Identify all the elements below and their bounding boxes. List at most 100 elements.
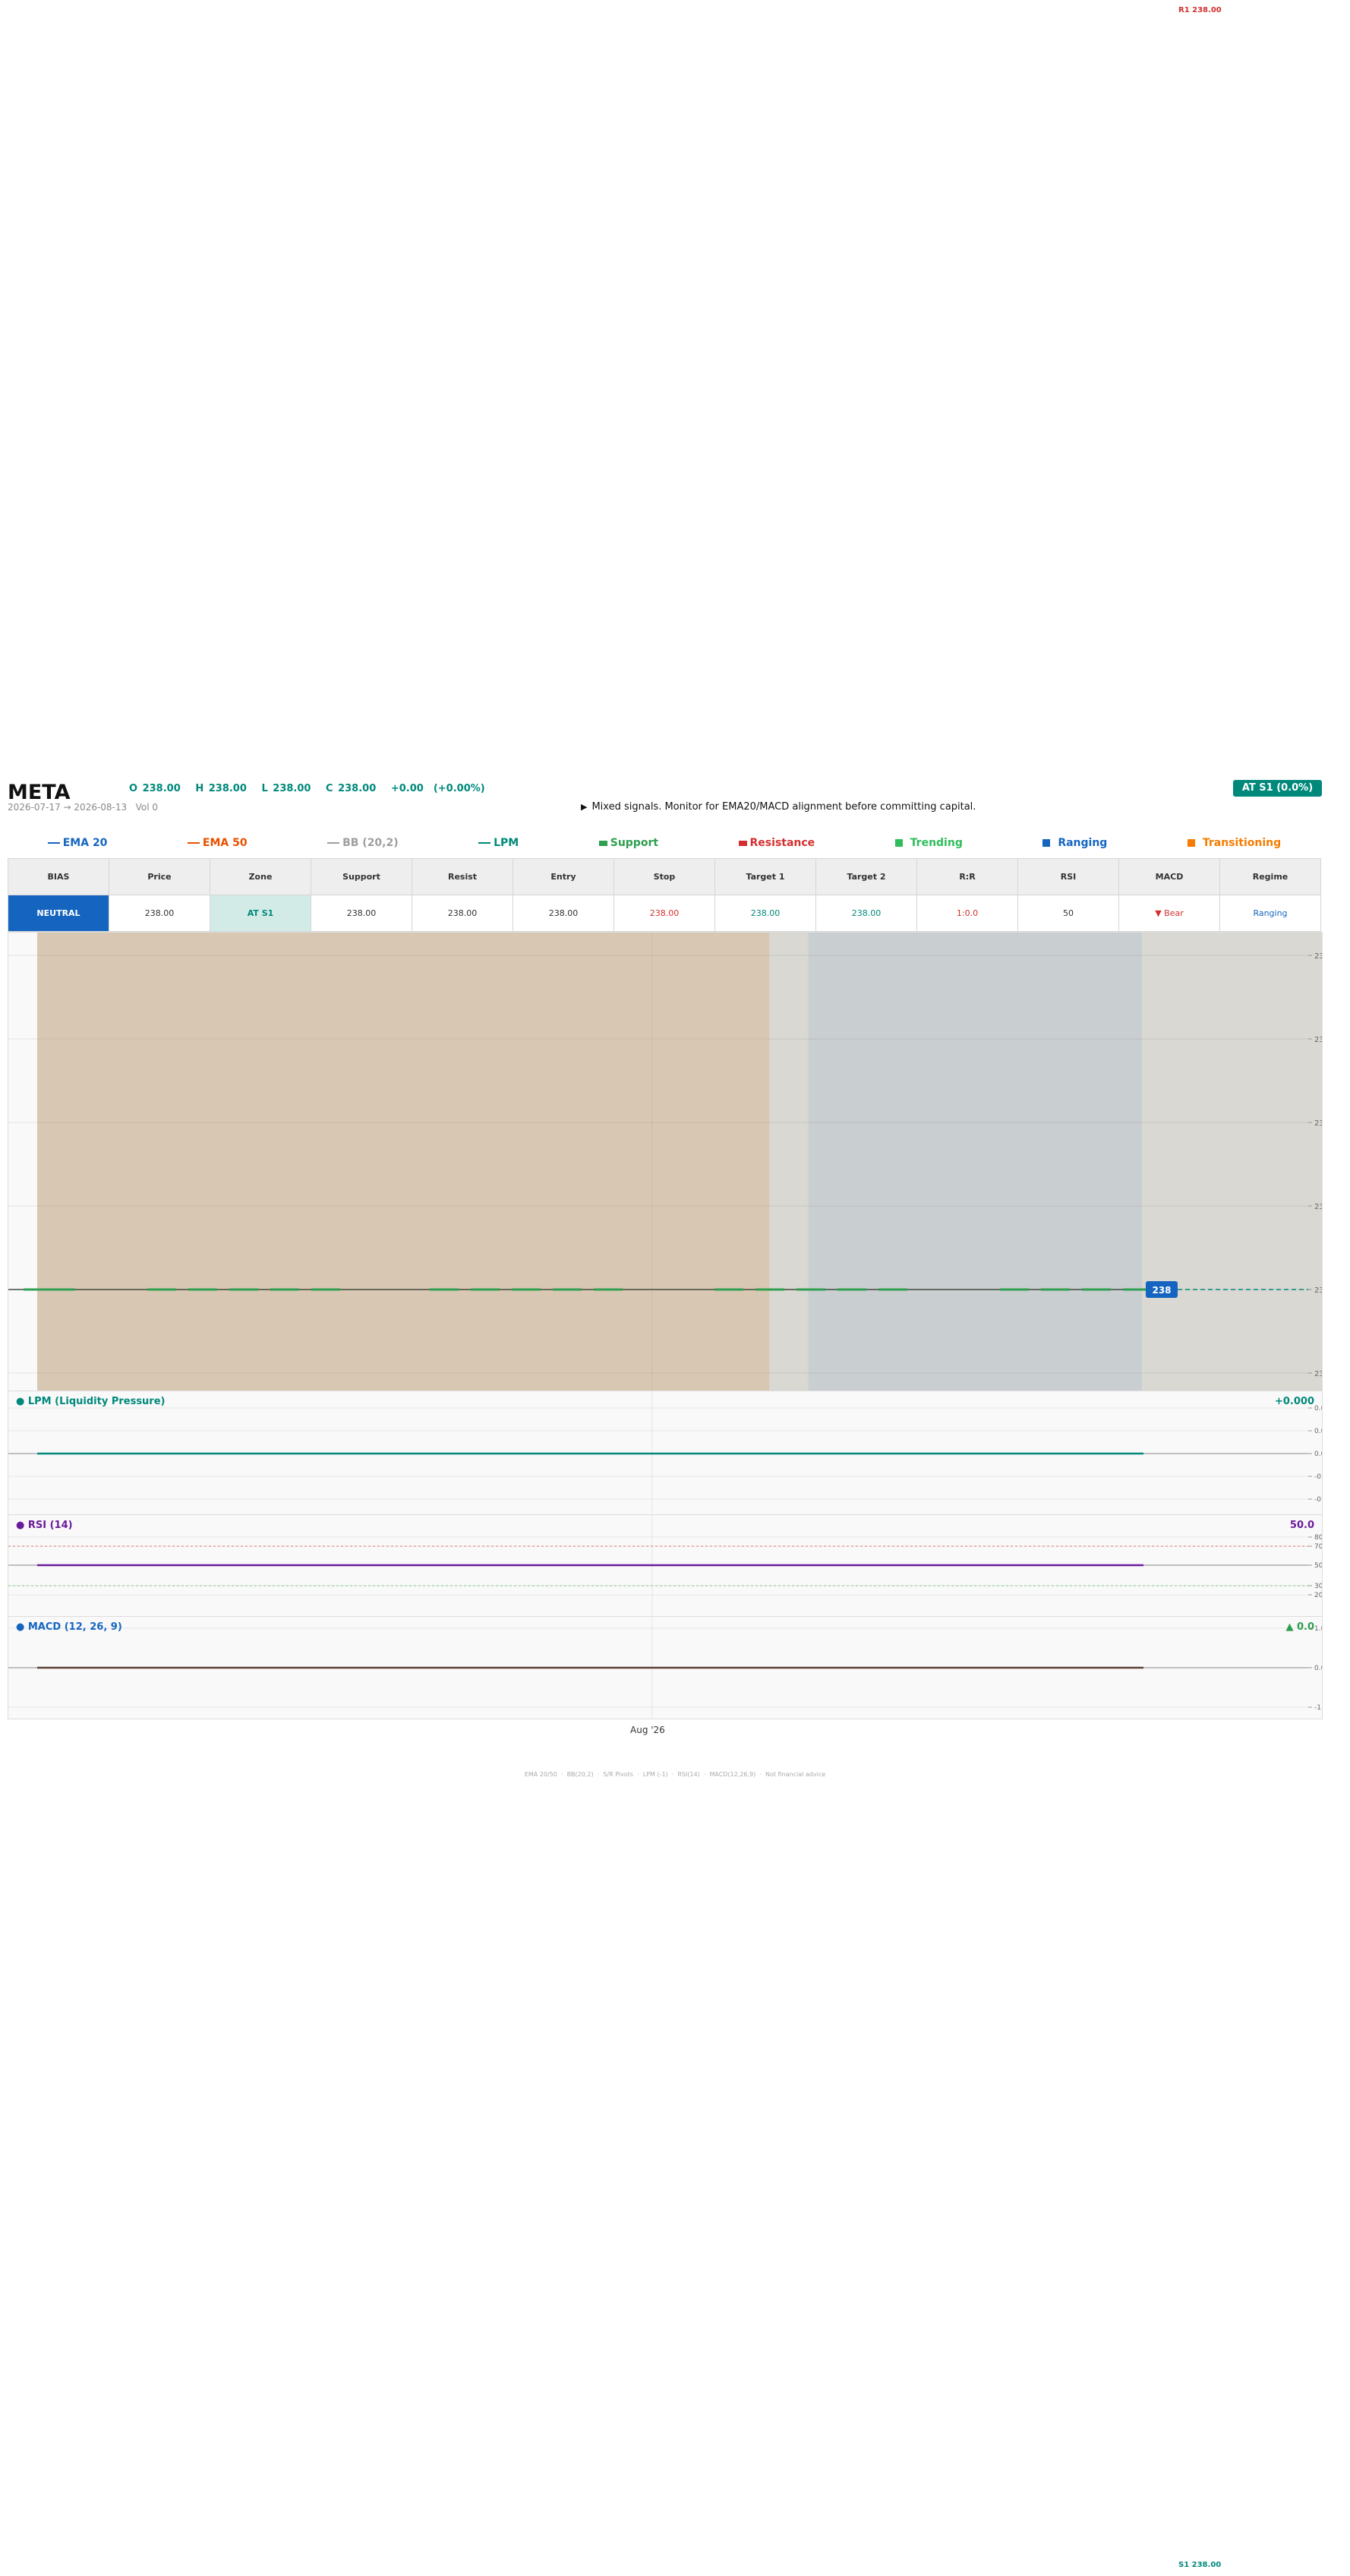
legend-swatch xyxy=(894,839,903,847)
stats-value-support: 238.00 xyxy=(311,895,412,932)
legend-item-resistance: Resistance xyxy=(738,837,815,849)
stats-value-macd: ▼ Bear xyxy=(1118,895,1220,932)
candle xyxy=(147,1288,176,1291)
stats-header-target-2: Target 2 xyxy=(815,858,917,895)
y-tick-label: 30 xyxy=(1314,1583,1322,1590)
legend-label: EMA 50 xyxy=(202,837,248,849)
macd-value: ▲ 0.0 xyxy=(1285,1621,1314,1633)
stats-value-stop: 238.00 xyxy=(613,895,715,932)
stats-value-resist: 238.00 xyxy=(412,895,513,932)
y-tick-label: -0.00 xyxy=(1314,1473,1322,1481)
stats-header-support: Support xyxy=(311,858,412,895)
y-tick-label: 50 xyxy=(1314,1562,1322,1570)
candle xyxy=(837,1288,866,1291)
stats-value-target-1: 238.00 xyxy=(714,895,816,932)
signal-message: ▶ Mixed signals. Monitor for EMA20/MACD a… xyxy=(581,801,976,813)
legend-label: BB (20,2) xyxy=(342,837,399,849)
legend-item-ema-20: EMA 20 xyxy=(47,837,107,849)
stats-header-entry: Entry xyxy=(513,858,614,895)
legend-swatch xyxy=(327,842,340,844)
rsi-value: 50.0 xyxy=(1289,1520,1314,1531)
legend-item-bb-20-2: BB (20,2) xyxy=(327,837,399,849)
y-tick-label: -0.01 xyxy=(1314,1496,1322,1504)
resistance-level-label: R1 238.00 xyxy=(1178,6,1222,14)
legend-item-transitioning: Transitioning xyxy=(1187,837,1281,849)
legend-label: LPM xyxy=(494,837,519,849)
lpm-chart: 0.01 0.01 0.00 -0.00 -0.01 xyxy=(8,1391,1333,1515)
y-tick-label: 238 xyxy=(1314,1203,1322,1211)
rsi-panel: 80 70 50 30 20 ● RSI (14) 50.0 xyxy=(8,1514,1323,1618)
y-tick-label: -1.0 xyxy=(1314,1704,1322,1712)
candle xyxy=(755,1288,784,1291)
ticker-title: META xyxy=(8,781,71,804)
legend-item-ema-50: EMA 50 xyxy=(187,837,248,849)
candle xyxy=(188,1288,217,1291)
stats-header-resist: Resist xyxy=(412,858,513,895)
legend-swatch xyxy=(478,842,491,844)
legend-label: Ranging xyxy=(1058,837,1108,849)
legend-swatch xyxy=(47,842,60,844)
stats-header-stop: Stop xyxy=(613,858,715,895)
legend-label: Support xyxy=(610,837,659,849)
legend-swatch xyxy=(598,840,607,846)
support-level-label: S1 238.00 xyxy=(1178,2561,1222,2569)
y-tick-label: 0.00 xyxy=(1314,1451,1322,1458)
legend-item-ranging: Ranging xyxy=(1042,837,1107,849)
stats-value-price: 238.00 xyxy=(109,895,210,932)
macd-chart: 1.0 0.0 -1.0 xyxy=(8,1617,1328,1719)
candle xyxy=(311,1288,340,1291)
y-tick-label: 238 xyxy=(1314,1286,1322,1295)
candle xyxy=(714,1288,743,1291)
legend-item-lpm: LPM xyxy=(478,837,519,849)
x-axis-label: Aug '26 xyxy=(630,1725,665,1735)
y-tick-label: 0.01 xyxy=(1314,1405,1322,1413)
regime-band-transitioning xyxy=(37,933,770,1391)
candle xyxy=(878,1288,907,1291)
date-range: 2026-07-17 → 2026-08-13 Vol 0 xyxy=(8,802,159,813)
stats-header-target-1: Target 1 xyxy=(714,858,816,895)
stats-value-regime: Ranging xyxy=(1219,895,1321,932)
candle xyxy=(229,1288,258,1291)
stats-value-rsi: 50 xyxy=(1017,895,1119,932)
stats-value-zone: AT S1 xyxy=(210,895,311,932)
y-tick-label: 238 xyxy=(1314,952,1322,961)
y-tick-label: 0.0 xyxy=(1314,1665,1322,1672)
y-tick-label: 70 xyxy=(1314,1543,1322,1551)
y-tick-label: 238 xyxy=(1314,1370,1322,1378)
candle xyxy=(270,1288,299,1291)
play-icon: ▶ xyxy=(581,802,588,812)
stats-header-rsi: RSI xyxy=(1017,858,1119,895)
candle xyxy=(1041,1288,1070,1291)
lpm-panel: 0.01 0.01 0.00 -0.00 -0.01 ● LPM (Liquidity … xyxy=(8,1391,1333,1516)
stats-value-bias: NEUTRAL xyxy=(8,895,109,932)
signal-text: Mixed signals. Monitor for EMA20/MACD al… xyxy=(591,801,976,813)
stats-value-entry: 238.00 xyxy=(513,895,614,932)
y-tick-label: 238 xyxy=(1314,1036,1322,1044)
footer-note: EMA 20/50 · BB(20,2) · S/R Pivots · LPM … xyxy=(524,1771,826,1778)
y-tick-label: 1.0 xyxy=(1314,1625,1322,1633)
zone-badge: AT S1 (0.0%) xyxy=(1233,780,1322,797)
price-tag: 238 xyxy=(1152,1285,1171,1296)
stats-value-target-2: 238.00 xyxy=(815,895,917,932)
candle xyxy=(512,1288,541,1291)
rsi-chart: 8070 50 30 20 xyxy=(8,1515,1323,1617)
y-tick-label: 0.01 xyxy=(1314,1428,1322,1435)
candle xyxy=(471,1288,500,1291)
candle xyxy=(1000,1288,1029,1291)
ohlc-readout: O 238.00 H 238.00 L 238.00 C 238.00 +0.0… xyxy=(129,783,485,794)
regime-band-future xyxy=(1142,933,1322,1391)
candle xyxy=(46,1288,75,1291)
stats-header-price: Price xyxy=(109,858,210,895)
stats-table: BIAS Price Zone Support Resist Entry Stop Targe… xyxy=(8,858,1321,932)
stats-header-macd: MACD xyxy=(1118,858,1220,895)
y-tick-label: 238 xyxy=(1314,1119,1322,1128)
stats-value-r-r: 1:0.0 xyxy=(916,895,1018,932)
candle xyxy=(796,1288,825,1291)
legend-item-support: Support xyxy=(598,837,659,849)
candle xyxy=(594,1288,623,1291)
legend-label: Resistance xyxy=(749,837,815,849)
stats-header-zone: Zone xyxy=(210,858,311,895)
legend-swatch xyxy=(738,840,747,846)
stats-header-regime: Regime xyxy=(1219,858,1321,895)
candle xyxy=(553,1288,582,1291)
